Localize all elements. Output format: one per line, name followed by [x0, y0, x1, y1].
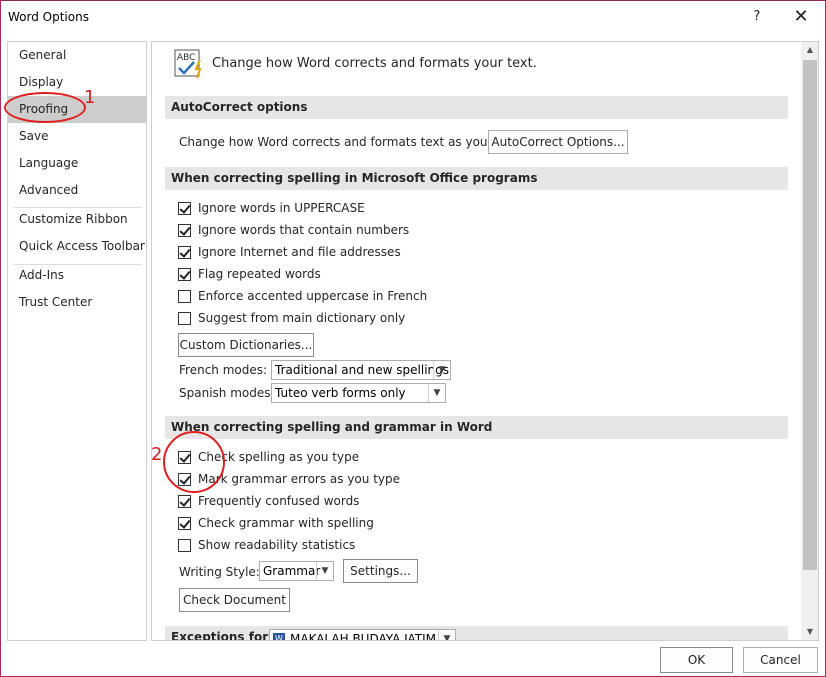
nav-item-add-ins[interactable]: Add-Ins [8, 262, 146, 289]
nav-item-trust-center[interactable]: Trust Center [8, 289, 146, 316]
help-button[interactable]: ? [745, 5, 769, 29]
vertical-scrollbar[interactable]: ▲ ▼ [801, 42, 818, 640]
option-label: Suggest from main dictionary only [198, 311, 406, 325]
nav-item-advanced[interactable]: Advanced [8, 177, 146, 204]
annotation-circle-spelling [163, 431, 225, 493]
svg-text:ABC: ABC [177, 53, 195, 63]
section-exceptions: Exceptions for: [165, 626, 788, 641]
nav-item-display[interactable]: Display [8, 69, 146, 96]
exceptions-document-value: MAKALAH BUDAYA JATIM [290, 632, 437, 641]
writing-style-select[interactable]: Grammar ▼ [259, 561, 334, 581]
option-label: Ignore Internet and file addresses [198, 245, 401, 259]
chevron-down-icon: ▼ [428, 384, 445, 402]
checkbox[interactable] [178, 224, 191, 237]
nav-item-customize-ribbon[interactable]: Customize Ribbon [8, 206, 146, 233]
spanish-modes-select[interactable]: Tuteo verb forms only ▼ [271, 383, 446, 403]
word-options-dialog: Word Options ? ✕ General Display Proofin… [0, 0, 826, 677]
checkbox[interactable] [178, 268, 191, 281]
scroll-down-icon[interactable]: ▼ [801, 624, 818, 640]
exceptions-document-select[interactable]: W MAKALAH BUDAYA JATIM ▼ [269, 629, 456, 641]
french-modes-select[interactable]: Traditional and new spellings ▼ [271, 360, 451, 380]
word-doc-icon: W [273, 633, 285, 640]
cancel-button[interactable]: Cancel [743, 647, 818, 673]
section-autocorrect: AutoCorrect options [165, 96, 788, 119]
ok-button[interactable]: OK [660, 647, 733, 673]
nav-item-quick-access-toolbar[interactable]: Quick Access Toolbar [8, 233, 146, 260]
scroll-up-icon[interactable]: ▲ [801, 42, 818, 58]
category-nav: General Display Proofing Save Language A… [7, 41, 147, 641]
autocorrect-options-button[interactable]: AutoCorrect Options... [488, 130, 628, 154]
checkbox[interactable] [178, 495, 191, 508]
checkbox[interactable] [178, 290, 191, 303]
chevron-down-icon: ▼ [438, 630, 455, 640]
close-icon[interactable]: ✕ [787, 5, 815, 29]
chevron-down-icon: ▼ [433, 361, 450, 379]
annotation-number-1: 1 [84, 87, 96, 108]
writing-style-label: Writing Style: [179, 565, 260, 579]
exceptions-label: Exceptions for: [171, 630, 273, 641]
spanish-modes-label: Spanish modes: [179, 386, 275, 400]
option-label: Flag repeated words [198, 267, 321, 281]
checkbox[interactable] [178, 312, 191, 325]
check-document-button[interactable]: Check Document [179, 588, 290, 612]
checkbox[interactable] [178, 517, 191, 530]
option-label: Frequently confused words [198, 494, 360, 508]
checkbox[interactable] [178, 202, 191, 215]
proofing-panel: ABC Change how Word corrects and formats… [151, 41, 819, 641]
checkbox[interactable] [178, 539, 191, 552]
option-label: Check grammar with spelling [198, 516, 374, 530]
abc-check-icon: ABC [174, 49, 202, 79]
checkbox[interactable] [178, 246, 191, 259]
custom-dictionaries-button[interactable]: Custom Dictionaries... [178, 333, 314, 357]
section-word-spelling: When correcting spelling and grammar in … [165, 416, 788, 439]
nav-item-save[interactable]: Save [8, 123, 146, 150]
option-label: Mark grammar errors as you type [198, 472, 400, 486]
annotation-number-2: 2 [151, 444, 163, 465]
writing-style-value: Grammar [263, 564, 321, 578]
settings-button[interactable]: Settings... [343, 559, 418, 583]
option-label: Ignore words in UPPERCASE [198, 201, 365, 215]
page-description: Change how Word corrects and formats you… [212, 56, 537, 71]
french-modes-value: Traditional and new spellings [275, 363, 450, 377]
french-modes-label: French modes: [179, 363, 268, 377]
window-title: Word Options [8, 10, 89, 24]
annotation-ellipse-proofing [4, 92, 86, 123]
title-bar: Word Options ? ✕ [1, 1, 825, 35]
autocorrect-description: Change how Word corrects and formats tex… [179, 135, 523, 149]
scroll-thumb[interactable] [803, 60, 817, 570]
option-label: Show readability statistics [198, 538, 356, 552]
spanish-modes-value: Tuteo verb forms only [275, 386, 406, 400]
option-label: Enforce accented uppercase in French [198, 289, 428, 303]
option-label: Ignore words that contain numbers [198, 223, 410, 237]
chevron-down-icon: ▼ [316, 562, 333, 580]
section-office-spelling: When correcting spelling in Microsoft Of… [165, 167, 788, 190]
nav-item-language[interactable]: Language [8, 150, 146, 177]
nav-item-general[interactable]: General [8, 42, 146, 69]
